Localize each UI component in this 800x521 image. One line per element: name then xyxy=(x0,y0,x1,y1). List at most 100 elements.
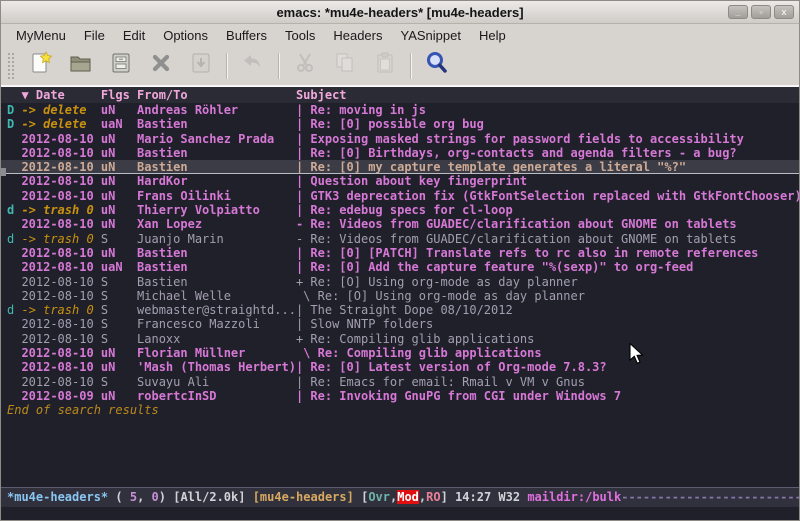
modeline-segment: RO xyxy=(426,490,440,504)
toolbar-separator xyxy=(410,53,412,79)
modeline-segment: ] xyxy=(441,490,455,504)
message-row[interactable]: 2012-08-10 uaN Bastien | Re: [0] Add the… xyxy=(1,260,799,274)
message-row[interactable]: 2012-08-10 uN Mario Sanchez Prada | Expo… xyxy=(1,132,799,146)
column-header-from[interactable]: From/To xyxy=(137,87,296,103)
msg-flags: S xyxy=(101,332,137,346)
message-row[interactable]: d -> trash 0 uN Thierry Volpiatto | Re: … xyxy=(1,203,799,217)
msg-subject: | Re: edebug specs for cl-loop xyxy=(296,203,799,217)
msg-from: Bastien xyxy=(137,275,296,289)
msg-subject: + Re: [O] Using org-mode as day planner xyxy=(296,275,799,289)
msg-flags: uN xyxy=(101,103,137,117)
menu-item-yasnippet[interactable]: YASnippet xyxy=(391,26,469,45)
mark-flag xyxy=(7,246,21,260)
mouse-cursor-icon xyxy=(629,343,645,368)
minimize-icon[interactable]: _ xyxy=(728,5,748,19)
menu-item-headers[interactable]: Headers xyxy=(324,26,391,45)
message-row[interactable]: 2012-08-10 S Bastien + Re: [O] Using org… xyxy=(1,275,799,289)
search-button[interactable] xyxy=(419,50,455,82)
msg-date: 2012-08-10 xyxy=(21,346,100,360)
tool-bar xyxy=(1,46,799,86)
menu-item-file[interactable]: File xyxy=(75,26,114,45)
msg-date: -> trash 0 xyxy=(21,203,100,217)
copy-button[interactable] xyxy=(327,50,363,82)
message-row[interactable]: 2012-08-09 uN robertcInSD | Re: Invoking… xyxy=(1,389,799,403)
message-row[interactable]: 2012-08-10 uN Bastien | Re: [0] my captu… xyxy=(1,160,799,174)
msg-date: 2012-08-10 xyxy=(21,260,100,274)
msg-flags: uN xyxy=(101,360,137,374)
message-row[interactable]: 2012-08-10 S Michael Welle \ Re: [O] Usi… xyxy=(1,289,799,303)
message-row[interactable]: 2012-08-10 S Francesco Mazzoli | Slow NN… xyxy=(1,317,799,331)
menu-item-edit[interactable]: Edit xyxy=(114,26,154,45)
save-as-button[interactable] xyxy=(183,50,219,82)
mark-flag xyxy=(7,389,21,403)
save-button[interactable] xyxy=(103,50,139,82)
close-x-icon xyxy=(148,50,174,81)
mark-flag xyxy=(7,260,21,274)
msg-from: Andreas Röhler xyxy=(137,103,296,117)
close-icon[interactable]: x xyxy=(774,5,794,19)
msg-from: Bastien xyxy=(137,146,296,160)
mark-flag: d xyxy=(7,232,21,246)
msg-date: -> trash 0 xyxy=(21,232,100,246)
emacs-window: emacs: *mu4e-headers* [mu4e-headers] _ ▫… xyxy=(0,0,800,521)
cut-scissors-icon xyxy=(292,50,318,81)
msg-from: Bastien xyxy=(137,160,296,173)
toolbar-grip-handle[interactable] xyxy=(7,52,15,80)
msg-from: 'Mash (Thomas Herbert) xyxy=(137,360,296,374)
msg-flags: uN xyxy=(101,246,137,260)
message-row[interactable]: 2012-08-10 uN Frans Oilinki | GTK3 depre… xyxy=(1,189,799,203)
msg-date: 2012-08-10 xyxy=(21,289,100,303)
header-line: ▼ Date Flgs From/To Subject xyxy=(1,87,799,103)
message-row[interactable]: 2012-08-10 uN Bastien | Re: [0] [PATCH] … xyxy=(1,246,799,260)
menu-item-tools[interactable]: Tools xyxy=(276,26,324,45)
msg-date: 2012-08-10 xyxy=(21,160,100,173)
message-row[interactable]: d -> trash 0 S Juanjo Marin - Re: Videos… xyxy=(1,232,799,246)
save-icon xyxy=(108,50,134,81)
new-file-button[interactable] xyxy=(23,50,59,82)
msg-flags: uN xyxy=(101,203,137,217)
modeline-segment: 5 xyxy=(130,490,137,504)
toolbar-separator xyxy=(278,53,280,79)
modeline-segment: ----------------------------------------… xyxy=(621,490,799,504)
message-row[interactable]: D -> delete uN Andreas Röhler | Re: movi… xyxy=(1,103,799,117)
column-header-flags[interactable]: Flgs xyxy=(101,87,137,103)
msg-flags: uaN xyxy=(101,260,137,274)
echo-area[interactable] xyxy=(1,507,799,520)
close-buffer-button[interactable] xyxy=(143,50,179,82)
paste-button[interactable] xyxy=(367,50,403,82)
message-row[interactable]: 2012-08-10 uN 'Mash (Thomas Herbert) | R… xyxy=(1,360,799,374)
message-row[interactable]: 2012-08-10 uN HardKor | Question about k… xyxy=(1,174,799,188)
msg-from: HardKor xyxy=(137,174,296,188)
save-as-icon xyxy=(188,50,214,81)
modeline-segment: [All/2.0k] xyxy=(173,490,252,504)
maximize-icon[interactable]: ▫ xyxy=(751,5,771,19)
message-row[interactable]: 2012-08-10 uN Florian Müllner \ Re: Comp… xyxy=(1,346,799,360)
msg-subject: \ Re: Compiling glib applications xyxy=(296,346,799,360)
menu-item-options[interactable]: Options xyxy=(154,26,217,45)
cut-button[interactable] xyxy=(287,50,323,82)
modeline-segment: 0 xyxy=(152,490,159,504)
scrollbar-thumb[interactable] xyxy=(1,168,6,176)
msg-date: 2012-08-10 xyxy=(21,174,100,188)
message-row[interactable]: 2012-08-10 uN Xan Lopez - Re: Videos fro… xyxy=(1,217,799,231)
msg-flags: uN xyxy=(101,189,137,203)
msg-flags: S xyxy=(101,375,137,389)
undo-button[interactable] xyxy=(235,50,271,82)
message-row[interactable]: 2012-08-10 uN Bastien | Re: [0] Birthday… xyxy=(1,146,799,160)
message-row[interactable]: D -> delete uaN Bastien | Re: [0] possib… xyxy=(1,117,799,131)
msg-flags: uN xyxy=(101,146,137,160)
menu-item-mymenu[interactable]: MyMenu xyxy=(7,26,75,45)
mark-flag xyxy=(7,189,21,203)
menu-item-buffers[interactable]: Buffers xyxy=(217,26,276,45)
open-file-button[interactable] xyxy=(63,50,99,82)
message-row[interactable]: 2012-08-10 S Lanoxx + Re: Compiling glib… xyxy=(1,332,799,346)
menu-item-help[interactable]: Help xyxy=(470,26,515,45)
msg-subject: | Slow NNTP folders xyxy=(296,317,799,331)
column-header-date[interactable]: ▼ Date xyxy=(21,87,100,103)
column-header-subject[interactable]: Subject xyxy=(296,87,799,103)
msg-flags: S xyxy=(101,303,137,317)
message-row[interactable]: d -> trash 0 S webmaster@straightd... | … xyxy=(1,303,799,317)
message-row[interactable]: 2012-08-10 S Suvayu Ali | Re: Emacs for … xyxy=(1,375,799,389)
msg-subject: | Re: moving in js xyxy=(296,103,799,117)
mark-flag xyxy=(7,160,21,173)
